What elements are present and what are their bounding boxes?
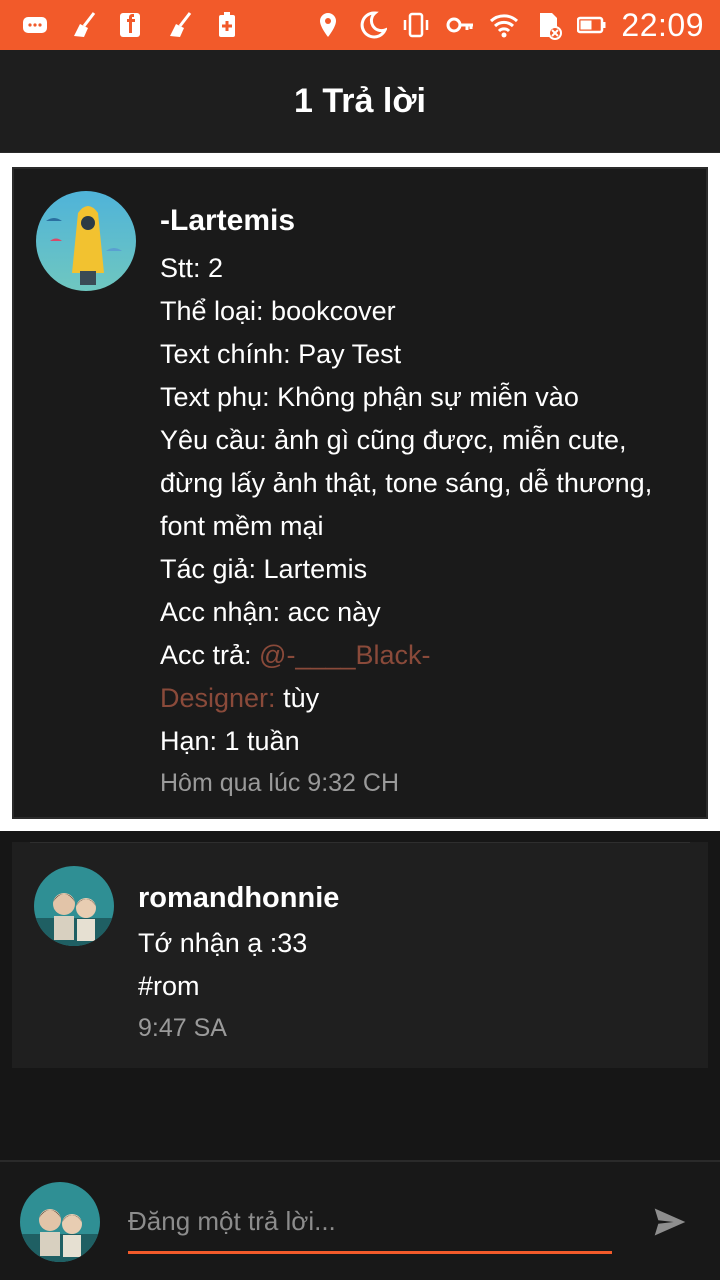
post-line-acc-nhan: Acc nhận: acc này [160,597,381,627]
avatar[interactable] [20,1182,100,1262]
post-line-yeu-cau-cont: đừng lấy ảnh thật, tone sáng, dễ thương, [160,468,653,498]
send-icon [652,1204,688,1245]
app-bar: 1 Trả lời [0,50,720,153]
post-content: -Lartemis Stt: 2 Thể loại: bookcover Tex… [160,201,680,801]
sd-card-icon [533,10,563,40]
wifi-icon [489,10,519,40]
broom-icon [68,10,98,40]
acc-tra-label: Acc trả: [160,640,260,670]
battery-icon [577,10,607,40]
reply-item: romandhonnie Tớ nhận ạ :33 #rom 9:47 SA [12,842,708,1068]
mention-link[interactable]: Designer: [160,683,276,713]
send-button[interactable] [648,1202,692,1246]
post-line-yeu-cau-cont: font mềm mại [160,511,324,541]
clock: 22:09 [621,6,704,43]
message-icon [20,10,50,40]
reply-composer [0,1160,720,1280]
reply-input[interactable] [128,1192,612,1254]
battery-plus-icon [212,10,242,40]
acc-tra-suffix: tùy [275,683,320,713]
broom-icon [164,10,194,40]
page-title: 1 Trả lời [294,81,426,120]
moon-icon [357,10,388,40]
post-timestamp: Hôm qua lúc 9:32 CH [160,769,400,797]
location-icon [313,10,343,40]
post-line-the-loai: Thể loại: bookcover [160,296,396,326]
post-line-acc-tra-cont: Designer: tùy [160,677,680,720]
mention-link[interactable]: @-____Black- [259,640,430,670]
original-post: -Lartemis Stt: 2 Thể loại: bookcover Tex… [12,167,708,819]
key-icon [445,10,475,40]
post-line-yeu-cau: Yêu cầu: ảnh gì cũng được, miễn cute, [160,425,627,455]
post-line-han: Hạn: 1 tuần [160,726,300,756]
reply-line: Tớ nhận ạ :33 [138,928,308,958]
avatar[interactable] [36,191,136,291]
vibrate-icon [401,10,431,40]
status-bar: 22:09 [0,0,720,50]
post-line-stt: Stt: 2 [160,253,224,283]
post-line-text-phu: Text phụ: Không phận sự miễn vào [160,382,579,412]
divider [30,842,690,843]
reply-line: #rom [138,971,200,1001]
post-line-text-chinh: Text chính: Pay Test [160,339,402,369]
facebook-icon [116,10,146,40]
reply-author[interactable]: romandhonnie [138,878,678,918]
reply-timestamp: 9:47 SA [138,1014,227,1042]
post-author[interactable]: -Lartemis [160,201,680,241]
post-line-tac-gia: Tác giả: Lartemis [160,554,368,584]
post-line-acc-tra: Acc trả: @-____Black- [160,634,680,677]
avatar[interactable] [34,866,114,946]
reply-content: romandhonnie Tớ nhận ạ :33 #rom 9:47 SA [138,878,678,1046]
